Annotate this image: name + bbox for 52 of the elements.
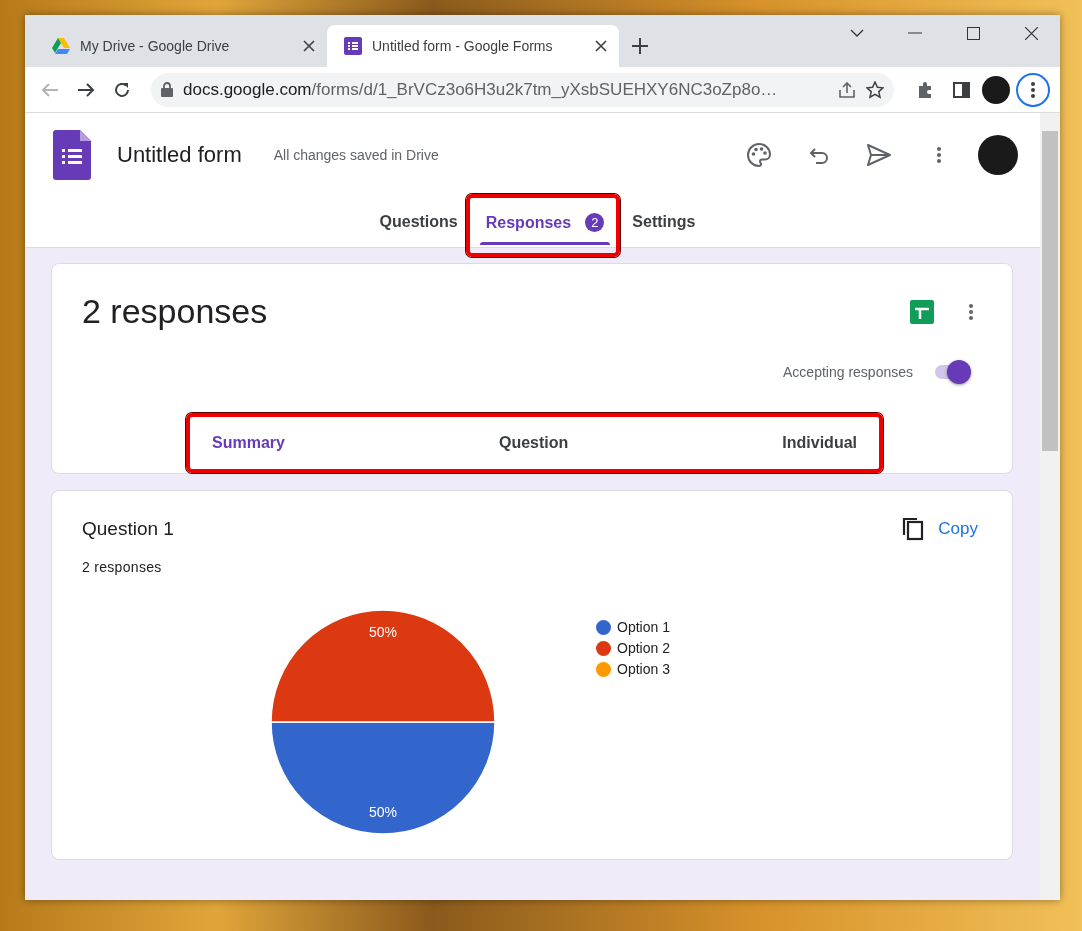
profile-avatar[interactable] [978,135,1018,175]
slice-label: 50% [369,624,397,641]
side-panel-icon[interactable] [952,81,970,98]
slice-label: 50% [369,803,397,820]
forward-arrow-icon[interactable] [77,81,95,98]
scrollbar-thumb[interactable] [1042,131,1058,451]
more-vertical-icon[interactable] [937,147,941,163]
palette-icon[interactable] [746,142,772,168]
more-vertical-icon[interactable] [1031,81,1035,98]
sheets-icon[interactable] [910,299,934,324]
responses-heading: 2 responses [82,292,269,331]
drive-logo-icon [52,38,70,54]
question-title: Question 1 [82,518,175,540]
close-icon[interactable] [595,40,607,52]
legend-item: Option 2 [596,640,670,656]
close-icon[interactable] [1024,26,1038,40]
more-vertical-icon[interactable] [969,303,973,320]
toggle-label: Accepting responses [783,364,913,380]
undo-icon[interactable] [809,145,829,165]
copy-button[interactable]: Copy [902,517,978,541]
share-icon[interactable] [838,81,856,98]
tab-title: My Drive - Google Drive [80,38,231,54]
legend-item: Option 3 [596,661,670,677]
form-tab[interactable]: Responses 2 [473,198,617,247]
profile-avatar[interactable] [982,75,1010,104]
lock-icon [161,82,173,97]
browser-tab[interactable]: My Drive - Google Drive [35,25,327,67]
reload-icon[interactable] [113,80,131,99]
plus-icon[interactable] [632,38,648,54]
response-count: 2 responses [82,559,163,575]
form-title[interactable]: Untitled form [117,142,242,168]
chevron-down-icon[interactable] [850,29,864,37]
save-status: All changes saved in Drive [273,147,440,163]
view-tab[interactable]: Summary [212,434,285,452]
star-icon[interactable] [866,80,884,99]
maximize-icon[interactable] [966,26,980,40]
browser-tab[interactable]: Untitled form - Google Forms [327,25,619,67]
send-icon[interactable] [867,144,891,166]
address-bar[interactable]: docs.google.com/forms/d/1_BrVCz3o6H3u2k7tm_yXsbSUEHXY6NC3oZp8o… [151,72,894,107]
view-tab[interactable]: Question [498,434,569,452]
form-tab[interactable]: Questions [367,197,470,247]
tab-title: Untitled form - Google Forms [372,38,554,54]
url-text: docs.google.com/forms/d/1_BrVCz3o6H3u2k7tm_yXsbSUEHXY6NC3oZp8o… [183,79,779,100]
copy-icon [902,517,925,541]
forms-logo-icon [344,37,362,55]
legend-item: Option 1 [596,619,670,635]
count-badge: 2 [585,213,605,232]
close-icon[interactable] [303,40,315,52]
form-tab[interactable]: Settings [620,197,708,247]
extensions-puzzle-icon[interactable] [916,80,934,99]
forms-logo-icon[interactable] [53,130,91,180]
view-tab[interactable]: Individual [782,434,857,452]
